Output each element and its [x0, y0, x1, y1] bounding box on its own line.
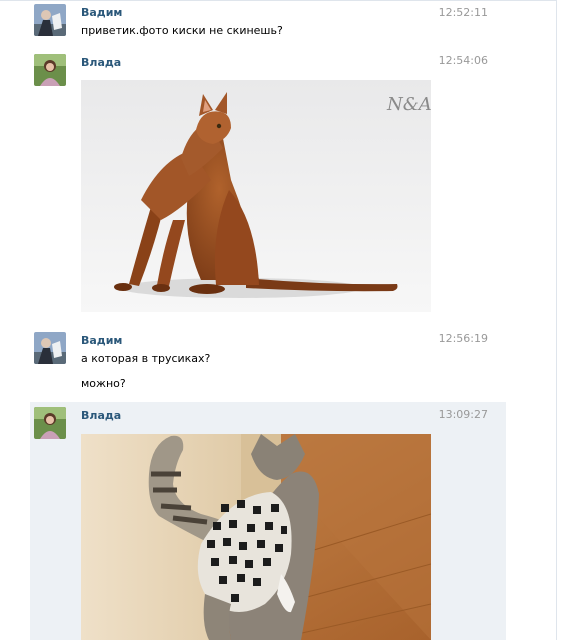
message-time[interactable]: 12:52:11 [430, 6, 488, 19]
cat-photo[interactable] [81, 434, 431, 640]
author-name[interactable]: Влада [81, 56, 121, 69]
message-item: Вадим 12:56:19 а которая в трусиках? мож… [0, 324, 556, 402]
message-time[interactable]: 12:56:19 [430, 332, 488, 345]
message-text: можно? [81, 377, 126, 390]
avatar-vadim[interactable] [34, 332, 66, 364]
author-name[interactable]: Вадим [81, 334, 122, 347]
message-item: Вадим 12:52:11 приветик.фото киски не ск… [0, 0, 556, 46]
author-name[interactable]: Влада [81, 409, 121, 422]
avatar-vlada[interactable] [34, 407, 66, 439]
right-border [556, 0, 557, 640]
message-text: а которая в трусиках? [81, 352, 211, 365]
message-item: Влада 12:54:06 N&A [0, 46, 556, 324]
avatar-vlada[interactable] [34, 54, 66, 86]
message-time[interactable]: 12:54:06 [430, 54, 488, 67]
message-item-highlighted: Влада 13:09:27 [30, 402, 506, 640]
watermark: N&A [386, 94, 431, 115]
author-name[interactable]: Вадим [81, 6, 122, 19]
message-text: приветик.фото киски не скинешь? [81, 24, 283, 37]
message-time[interactable]: 13:09:27 [430, 408, 488, 421]
cat-photo[interactable]: N&A [81, 80, 431, 312]
avatar-vadim[interactable] [34, 4, 66, 36]
